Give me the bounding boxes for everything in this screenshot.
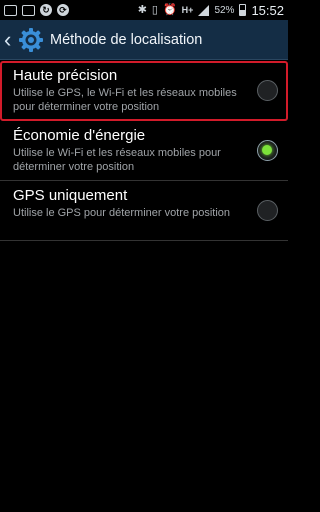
mail-icon bbox=[4, 4, 17, 16]
battery-percent: 52% bbox=[214, 4, 235, 16]
option-gps-only[interactable]: GPS uniquement Utilise le GPS pour déter… bbox=[0, 181, 288, 241]
settings-gear-icon bbox=[19, 27, 43, 52]
clock: 15:52 bbox=[251, 2, 284, 18]
app-icon: ⟳ bbox=[57, 4, 69, 16]
battery-icon bbox=[239, 4, 247, 16]
option-high-accuracy[interactable]: Haute précision Utilise le GPS, le Wi-Fi… bbox=[0, 61, 288, 121]
option-title: Économie d'énergie bbox=[13, 127, 146, 144]
radio-button-selected[interactable] bbox=[257, 139, 278, 161]
radio-button[interactable] bbox=[257, 79, 278, 101]
notification-icons: ↻ ⟳ bbox=[4, 4, 69, 16]
sync-icon: ↻ bbox=[40, 4, 52, 16]
hplus-icon: H+ bbox=[181, 5, 194, 15]
image-icon bbox=[22, 4, 35, 16]
option-description: Utilise le GPS pour déterminer votre pos… bbox=[13, 207, 231, 219]
option-title: GPS uniquement bbox=[13, 187, 128, 204]
radio-button[interactable] bbox=[257, 199, 278, 221]
location-method-list: Haute précision Utilise le GPS, le Wi-Fi… bbox=[0, 61, 288, 241]
up-navigation-button[interactable]: ‹ bbox=[4, 20, 44, 60]
bluetooth-icon: ✱ bbox=[137, 4, 147, 16]
option-battery-saving[interactable]: Économie d'énergie Utilise le Wi-Fi et l… bbox=[0, 121, 288, 181]
action-bar: ‹ Méthode de localisation bbox=[0, 20, 288, 60]
status-bar: ↻ ⟳ ✱ ▯ ⏰ H+ 52% 15:52 bbox=[0, 0, 288, 20]
vibrate-icon: ▯ bbox=[151, 4, 158, 16]
alarm-icon: ⏰ bbox=[162, 4, 177, 16]
back-chevron-icon: ‹ bbox=[4, 26, 12, 52]
page-title: Méthode de localisation bbox=[50, 31, 203, 48]
option-title: Haute précision bbox=[13, 67, 118, 84]
signal-icon bbox=[198, 4, 210, 16]
option-description: Utilise le GPS, le Wi-Fi et les réseaux … bbox=[13, 87, 237, 113]
system-icons: ✱ ▯ ⏰ H+ 52% 15:52 bbox=[138, 3, 284, 18]
option-description: Utilise le Wi-Fi et les réseaux mobiles … bbox=[13, 147, 221, 173]
